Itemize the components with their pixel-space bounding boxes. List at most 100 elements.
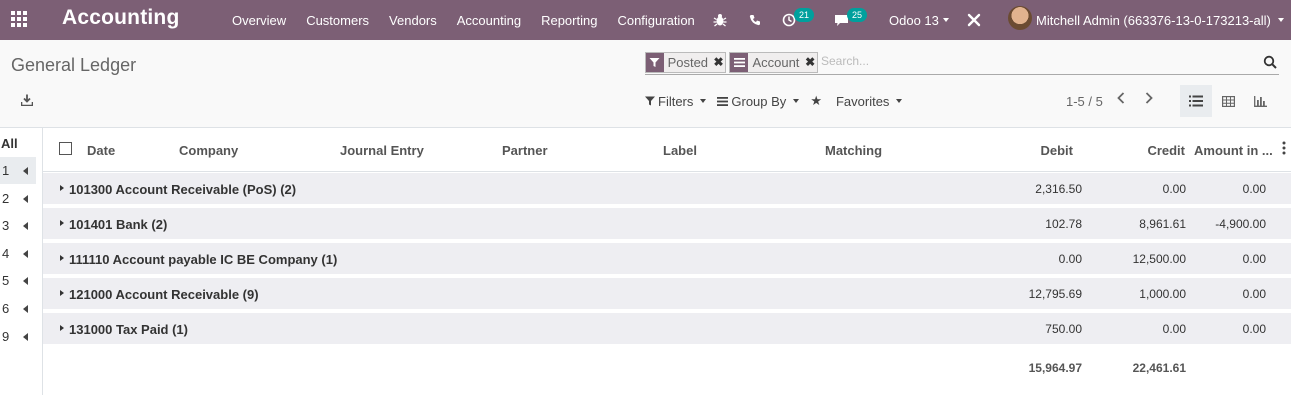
- favorites-label: Favorites: [835, 93, 890, 109]
- column-header-journal-entry[interactable]: Journal Entry: [340, 143, 424, 158]
- column-header-debit[interactable]: Debit: [1003, 143, 1074, 158]
- caret-right-icon: [60, 220, 64, 226]
- page-title: General Ledger: [11, 55, 137, 75]
- menu-item-accounting[interactable]: Accounting: [447, 13, 531, 28]
- download-icon[interactable]: [20, 93, 34, 111]
- filter-item-label: 6: [2, 301, 10, 316]
- pivot-view-button[interactable]: [1212, 85, 1244, 117]
- column-header-company[interactable]: Company: [179, 143, 238, 158]
- optional-columns-icon[interactable]: [1282, 141, 1286, 158]
- filter-item[interactable]: 1: [0, 157, 36, 184]
- search-icon[interactable]: [1263, 55, 1277, 74]
- search-options: Filters Group By ★ Favorites: [645, 93, 913, 109]
- table-header: Date Company Journal Entry Partner Label…: [43, 128, 1291, 172]
- chevron-down-icon: [793, 99, 800, 103]
- column-header-partner[interactable]: Partner: [502, 143, 548, 158]
- group-debit: 2,316.50: [1035, 182, 1082, 196]
- table-group-row[interactable]: 101300 Account Receivable (PoS) (2) 2,31…: [43, 173, 1291, 205]
- pager-next-icon[interactable]: [1144, 91, 1154, 109]
- facet-label: Posted: [667, 55, 709, 70]
- total-debit: 15,964.97: [1028, 361, 1082, 375]
- search-input[interactable]: [821, 54, 1241, 68]
- favorites-dropdown[interactable]: ★ Favorites: [810, 93, 903, 109]
- group-amount: -4,900.00: [1215, 217, 1266, 231]
- user-menu[interactable]: Mitchell Admin (663376-13-0-173213-all): [1036, 0, 1285, 40]
- group-name: 101401 Bank (2): [69, 217, 168, 232]
- remove-facet-icon[interactable]: ✖: [712, 53, 725, 72]
- select-all-checkbox[interactable]: [59, 142, 72, 155]
- pager-value[interactable]: 1-5 / 5: [1066, 94, 1103, 109]
- caret-left-icon: [23, 305, 28, 313]
- filter-icon: [645, 96, 655, 106]
- table-group-row[interactable]: 101401 Bank (2) 102.78 8,961.61 -4,900.0…: [43, 208, 1291, 240]
- menu-item-overview[interactable]: Overview: [222, 13, 296, 28]
- group-name: 131000 Tax Paid (1): [69, 322, 188, 337]
- filter-item-label: 1: [2, 163, 10, 178]
- filter-item[interactable]: 2: [0, 185, 36, 212]
- column-header-amount-currency[interactable]: Amount in ...: [1194, 143, 1273, 158]
- caret-left-icon: [23, 167, 28, 175]
- filters-dropdown[interactable]: Filters: [645, 93, 707, 109]
- chevron-down-icon: [1278, 18, 1285, 22]
- column-header-credit[interactable]: Credit: [1103, 143, 1185, 158]
- menu-item-customers[interactable]: Customers: [296, 13, 379, 28]
- chevron-down-icon: [896, 99, 903, 103]
- filter-item[interactable]: 9: [0, 323, 36, 350]
- table-group-row[interactable]: 131000 Tax Paid (1) 750.00 0.00 0.00: [43, 313, 1291, 345]
- graph-view-button[interactable]: [1244, 85, 1276, 117]
- group-name: 101300 Account Receivable (PoS) (2): [69, 182, 297, 197]
- menu-item-vendors[interactable]: Vendors: [379, 13, 447, 28]
- table-group-row[interactable]: 111110 Account payable IC BE Company (1)…: [43, 243, 1291, 275]
- groupby-label: Group By: [731, 93, 787, 109]
- total-credit: 22,461.61: [1132, 361, 1186, 375]
- caret-right-icon: [60, 255, 64, 261]
- group-debit: 0.00: [1058, 252, 1082, 266]
- general-ledger-table: Date Company Journal Entry Partner Label…: [43, 128, 1291, 395]
- column-header-label[interactable]: Label: [663, 143, 697, 158]
- app-title[interactable]: Accounting: [62, 6, 180, 30]
- phone-icon[interactable]: [749, 0, 761, 40]
- menu-item-configuration[interactable]: Configuration: [607, 13, 704, 28]
- table-grid-icon: [1221, 95, 1235, 107]
- group-amount: 0.00: [1242, 287, 1266, 301]
- group-credit: 0.00: [1162, 182, 1186, 196]
- chevron-down-icon: [942, 18, 949, 22]
- filter-item-label: 5: [2, 273, 10, 288]
- filter-item[interactable]: 4: [0, 240, 36, 267]
- database-switcher[interactable]: Odoo 13: [889, 0, 949, 40]
- bar-chart-icon: [1253, 95, 1267, 107]
- filter-item[interactable]: 5: [0, 267, 36, 294]
- database-name: Odoo 13: [889, 12, 939, 28]
- messages-chat-icon[interactable]: [834, 0, 849, 40]
- group-icon: [717, 96, 729, 106]
- group-amount: 0.00: [1242, 322, 1266, 336]
- column-header-date[interactable]: Date: [87, 143, 115, 158]
- messages-count-badge: 25: [847, 8, 867, 22]
- remove-facet-icon[interactable]: ✖: [803, 53, 817, 72]
- table-group-row[interactable]: 121000 Account Receivable (9) 12,795.69 …: [43, 278, 1291, 310]
- facet-posted: Posted ✖: [645, 52, 726, 73]
- menu-item-reporting[interactable]: Reporting: [531, 13, 607, 28]
- list-view-button[interactable]: [1180, 85, 1212, 117]
- groupby-dropdown[interactable]: Group By: [717, 93, 800, 109]
- filter-all[interactable]: All: [1, 136, 18, 151]
- debug-bug-icon[interactable]: [713, 0, 727, 40]
- pager-previous-icon[interactable]: [1116, 91, 1126, 109]
- filter-icon: [646, 53, 664, 72]
- group-name: 121000 Account Receivable (9): [69, 287, 259, 302]
- tools-wrench-icon[interactable]: [967, 0, 981, 40]
- group-debit: 12,795.69: [1028, 287, 1082, 301]
- filter-item-label: 4: [2, 246, 10, 261]
- apps-menu-icon[interactable]: [11, 11, 29, 27]
- filter-item[interactable]: 3: [0, 212, 36, 239]
- column-header-matching[interactable]: Matching: [825, 143, 882, 158]
- group-amount: 0.00: [1242, 182, 1266, 196]
- filter-item[interactable]: 6: [0, 295, 36, 322]
- group-credit: 12,500.00: [1132, 252, 1186, 266]
- filter-item-label: 2: [2, 191, 10, 206]
- group-amount: 0.00: [1242, 252, 1266, 266]
- user-avatar[interactable]: [1008, 6, 1032, 30]
- filter-item-label: 9: [2, 329, 10, 344]
- group-debit: 102.78: [1045, 217, 1082, 231]
- activity-clock-icon[interactable]: [782, 0, 796, 40]
